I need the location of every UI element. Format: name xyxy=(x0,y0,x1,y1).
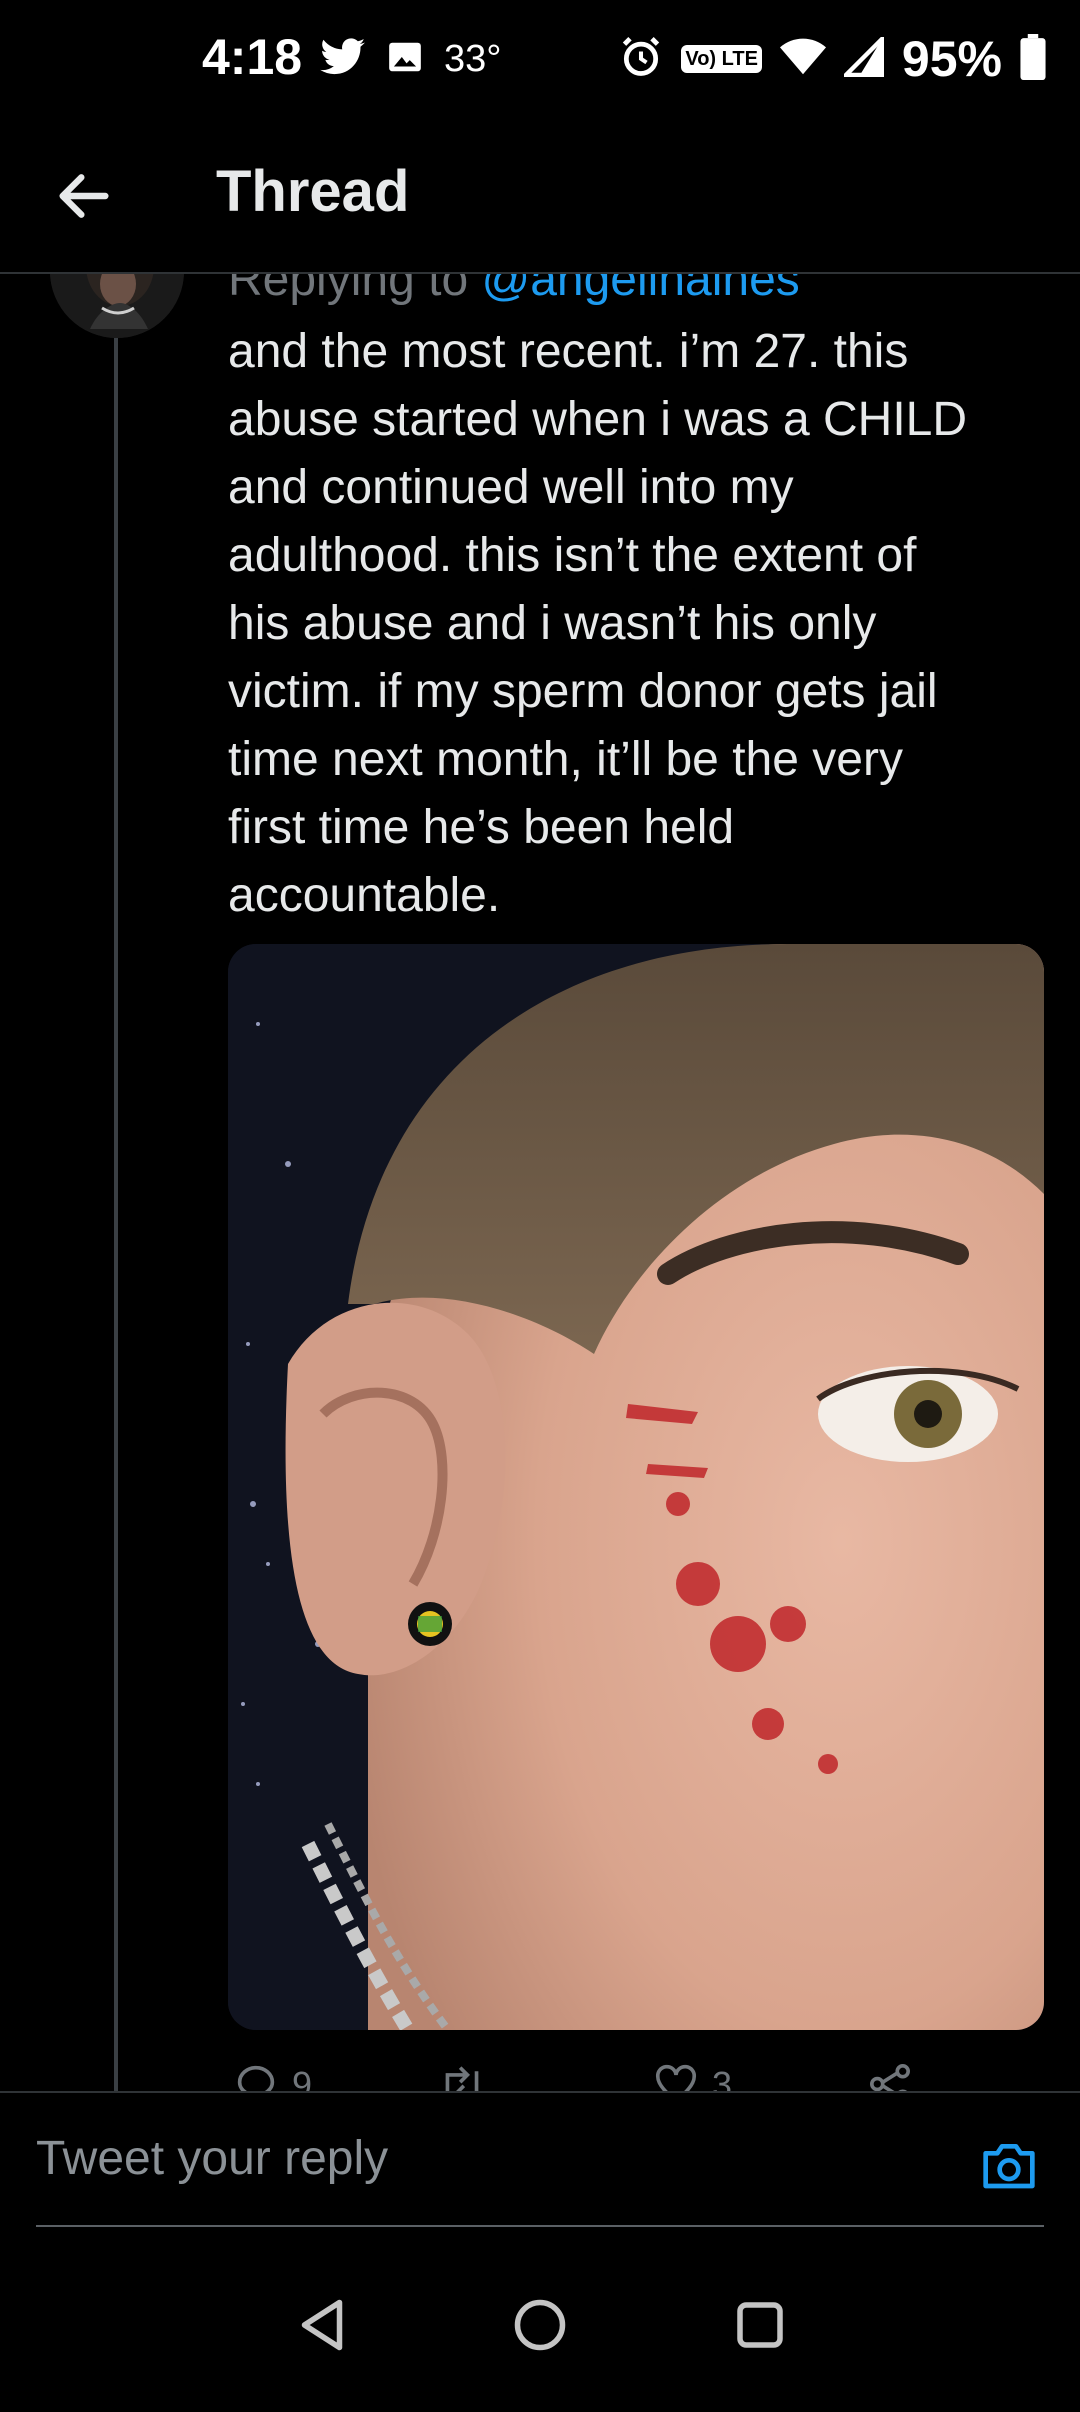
nav-recents-button[interactable] xyxy=(730,2295,790,2355)
avatar-photo xyxy=(50,274,184,338)
tweet-media-photo[interactable] xyxy=(228,944,1044,2030)
heart-icon xyxy=(655,2064,697,2091)
reply-count: 9 xyxy=(292,2064,313,2091)
thread-header: Thread xyxy=(0,120,1080,274)
thread-connector-line xyxy=(114,274,118,2091)
reply-placeholder: Tweet your reply xyxy=(36,2132,389,2185)
tweet-text-line: victim. if my sperm donor gets jail xyxy=(228,665,938,718)
share-button[interactable] xyxy=(868,2064,912,2091)
tweet-text-line: first time he’s been held xyxy=(228,801,735,854)
volte-icon: Vo) LTE xyxy=(681,45,762,73)
status-right-icons: Vo) LTE 95% xyxy=(619,30,1046,88)
tweet-text-line: adulthood. this isn’t the extent of xyxy=(228,529,917,582)
page-title: Thread xyxy=(216,159,410,224)
reply-composer: Tweet your reply xyxy=(0,2091,1080,2243)
wifi-icon xyxy=(779,37,826,82)
replying-handle-link[interactable]: @angelinaines xyxy=(481,274,799,306)
tweet-text: and the most recent. i’m 27. this abuse … xyxy=(228,318,1028,930)
recents-square-icon xyxy=(737,2302,783,2348)
status-temperature: 33° xyxy=(444,38,502,80)
back-button[interactable] xyxy=(52,164,116,228)
tweet-text-line: time next month, it’ll be the very xyxy=(228,733,903,786)
battery-icon xyxy=(1020,33,1046,85)
reply-icon xyxy=(237,2065,275,2091)
back-arrow-icon xyxy=(59,174,109,218)
replying-prefix: Replying to xyxy=(228,274,482,306)
camera-button[interactable] xyxy=(978,2137,1040,2193)
status-bar: 4:18 33° Vo) LTE 95% xyxy=(0,0,1080,120)
alarm-icon xyxy=(619,35,663,84)
replying-to: Replying to @angelinaines xyxy=(228,274,800,307)
thread-timeline[interactable]: Replying to @angelinaines and the most r… xyxy=(0,274,1080,2091)
tweet-text-line: and continued well into my xyxy=(228,461,794,514)
tweet-text-line: and the most recent. i’m 27. this xyxy=(228,325,909,378)
reply-button[interactable]: 9 xyxy=(234,2064,312,2091)
nav-back-button[interactable] xyxy=(292,2295,352,2355)
tweet-actions: 9 3 xyxy=(228,2064,988,2091)
battery-percent: 95% xyxy=(901,31,1002,87)
twitter-bird-icon xyxy=(320,38,366,81)
avatar[interactable] xyxy=(50,274,184,338)
camera-icon xyxy=(983,2144,1035,2189)
reply-input[interactable]: Tweet your reply xyxy=(36,2093,1044,2227)
tweet-text-line: his abuse and i wasn’t his only xyxy=(228,597,877,650)
tweet-text-line: accountable. xyxy=(228,869,501,922)
photo-image xyxy=(228,944,1044,2030)
status-left-icons: 33° xyxy=(320,38,501,81)
retweet-button[interactable] xyxy=(438,2064,500,2091)
image-icon xyxy=(386,38,424,81)
back-triangle-icon xyxy=(301,2299,343,2351)
tweet-text-line: abuse started when i was a CHILD xyxy=(228,393,968,446)
status-time: 4:18 xyxy=(202,29,303,85)
home-circle-icon xyxy=(514,2299,566,2351)
signal-icon xyxy=(840,33,885,82)
retweet-icon xyxy=(445,2066,479,2091)
share-icon xyxy=(870,2064,910,2091)
like-button[interactable]: 3 xyxy=(654,2064,732,2091)
system-nav-bar xyxy=(0,2241,1080,2412)
like-count: 3 xyxy=(712,2064,733,2091)
nav-home-button[interactable] xyxy=(510,2295,570,2355)
